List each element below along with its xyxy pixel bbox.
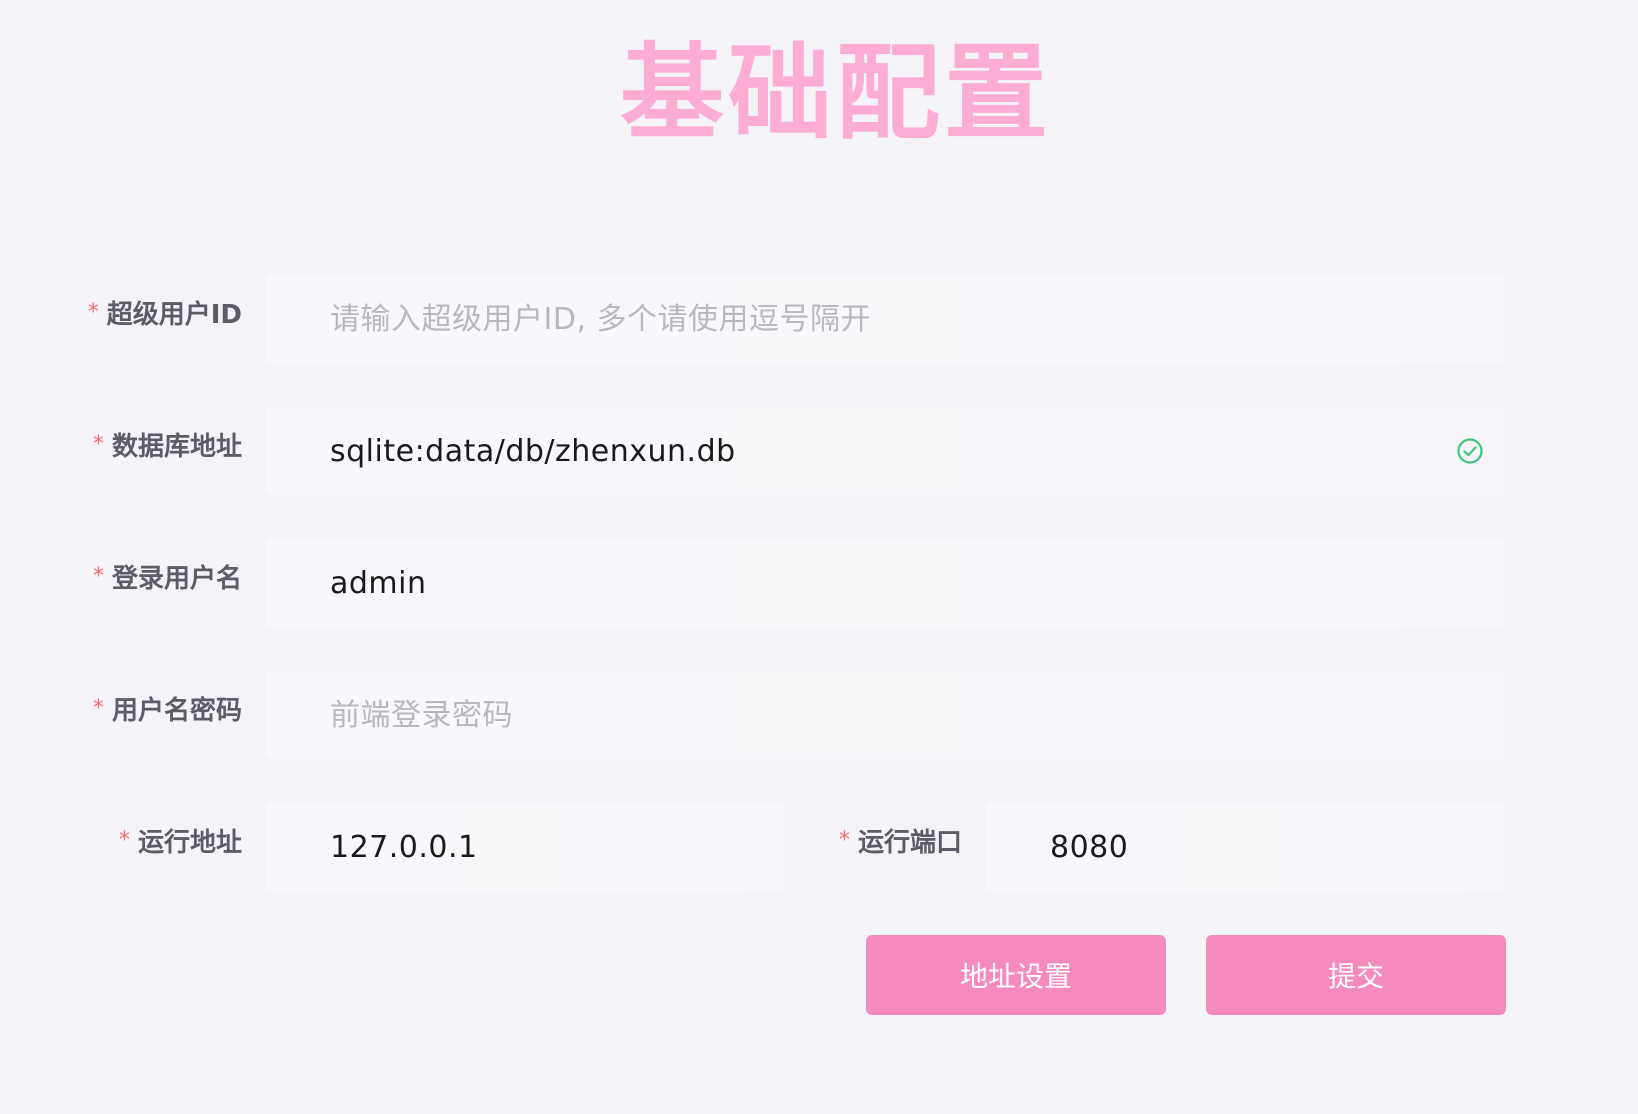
label-username: * 登录用户名 bbox=[60, 539, 242, 627]
label-text: 用户名密码 bbox=[111, 696, 242, 726]
superuser-field[interactable] bbox=[266, 275, 1506, 363]
username-field[interactable] bbox=[266, 539, 1506, 627]
label-text: 运行端口 bbox=[857, 828, 962, 858]
form-row-username: * 登录用户名 bbox=[0, 539, 1638, 627]
label-text: 数据库地址 bbox=[111, 432, 242, 462]
port-field[interactable] bbox=[986, 803, 1506, 891]
username-input[interactable] bbox=[330, 539, 1506, 627]
required-mark: * bbox=[92, 432, 104, 457]
db-url-field[interactable] bbox=[266, 407, 1506, 495]
db-url-input[interactable] bbox=[330, 407, 1506, 495]
form-row-password: * 用户名密码 bbox=[0, 671, 1638, 759]
label-text: 超级用户ID bbox=[106, 300, 242, 330]
check-circle-icon bbox=[1457, 438, 1483, 464]
page-title: 基础配置 bbox=[619, 32, 1052, 154]
label-host: * 运行地址 bbox=[60, 803, 242, 891]
form-row-superuser: * 超级用户ID bbox=[0, 275, 1638, 363]
label-password: * 用户名密码 bbox=[60, 671, 242, 759]
required-mark: * bbox=[92, 564, 104, 589]
password-input[interactable] bbox=[330, 671, 1506, 759]
required-mark: * bbox=[838, 828, 850, 853]
form-row-host-port: * 运行地址 * 运行端口 bbox=[0, 803, 1638, 891]
required-mark: * bbox=[87, 300, 99, 325]
label-text: 登录用户名 bbox=[111, 564, 242, 594]
port-input[interactable] bbox=[1050, 803, 1506, 891]
submit-button[interactable]: 提交 bbox=[1206, 935, 1506, 1015]
required-mark: * bbox=[92, 696, 104, 721]
label-port: * 运行端口 bbox=[800, 803, 962, 891]
form-row-db-url: * 数据库地址 bbox=[0, 407, 1638, 495]
label-db-url: * 数据库地址 bbox=[60, 407, 242, 495]
label-text: 运行地址 bbox=[137, 828, 242, 858]
host-input[interactable] bbox=[330, 803, 786, 891]
password-field[interactable] bbox=[266, 671, 1506, 759]
superuser-input[interactable] bbox=[330, 275, 1506, 363]
host-field[interactable] bbox=[266, 803, 786, 891]
address-settings-button[interactable]: 地址设置 bbox=[866, 935, 1166, 1015]
label-superuser: * 超级用户ID bbox=[60, 275, 242, 363]
required-mark: * bbox=[118, 828, 130, 853]
